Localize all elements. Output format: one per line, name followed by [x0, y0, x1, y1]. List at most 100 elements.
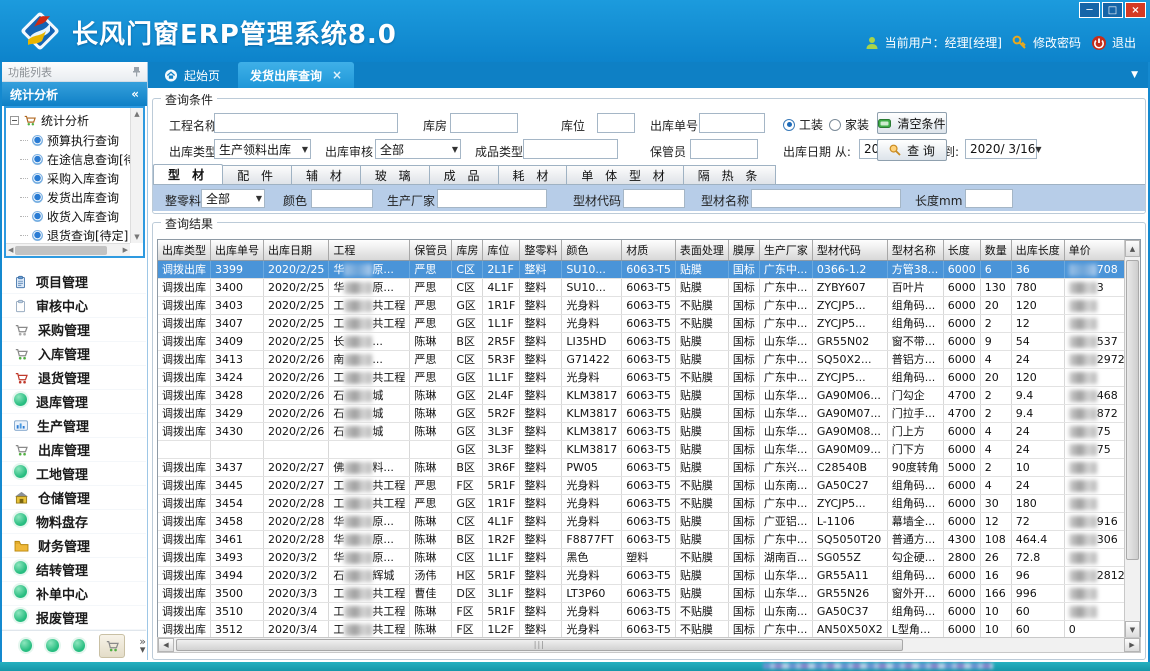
- sidebar-module-补单中心[interactable]: 补单中心: [2, 582, 146, 606]
- sidebar-module-审核中心[interactable]: 审核中心: [2, 294, 146, 318]
- sidebar-module-报废管理[interactable]: 报废管理: [2, 606, 146, 630]
- search-button[interactable]: 查 询: [877, 139, 947, 161]
- column-header[interactable]: 数量: [980, 240, 1011, 260]
- warehouse-input[interactable]: [450, 113, 518, 133]
- column-header[interactable]: 保管员: [410, 240, 452, 260]
- scroll-down-icon[interactable]: ▼: [1125, 621, 1140, 638]
- scroll-left-icon[interactable]: ◀: [158, 638, 174, 652]
- project-name-input[interactable]: [214, 113, 398, 133]
- table-row[interactable]: 调拨出库34292020/2/26石城陈琳G区5R2F整料KLM38176063…: [158, 404, 1141, 422]
- tab-shipping-outbound-query[interactable]: 发货出库查询 ×: [238, 62, 354, 88]
- tab-home[interactable]: 起始页: [152, 62, 232, 88]
- subtab-配件[interactable]: 配 件: [222, 165, 292, 184]
- tree-item[interactable]: 发货出库查询: [20, 188, 143, 207]
- subtab-隔热条[interactable]: 隔 热 条: [683, 165, 777, 184]
- column-header[interactable]: 生产厂家: [759, 240, 812, 260]
- sidebar-module-物料盘存[interactable]: 物料盘存: [2, 510, 146, 534]
- table-row[interactable]: 调拨出库34932020/3/2华原...陈琳C区1L1F整料黑色塑料不贴膜国标…: [158, 548, 1141, 566]
- profile-code-input[interactable]: [623, 189, 685, 208]
- order-no-input[interactable]: [699, 113, 765, 133]
- tree-vertical-scrollbar[interactable]: ▲▼: [130, 108, 143, 243]
- table-row[interactable]: 调拨出库35122020/3/4工共工程陈琳F区1L2F整料光身料6063-T5…: [158, 620, 1141, 638]
- column-header[interactable]: 工程: [329, 240, 410, 260]
- table-row[interactable]: 调拨出库34242020/2/26工共工程严思G区1L1F整料光身料6063-T…: [158, 368, 1141, 386]
- scroll-up-icon[interactable]: ▲: [1125, 240, 1140, 257]
- change-password-button[interactable]: 修改密码: [1012, 34, 1081, 51]
- column-header[interactable]: 出库日期: [264, 240, 329, 260]
- product-type-input[interactable]: [523, 139, 618, 159]
- whole-piece-select[interactable]: 全部▼: [201, 189, 265, 208]
- sidebar-module-仓储管理[interactable]: 仓储管理: [2, 486, 146, 510]
- tree-item[interactable]: 收货入库查询: [20, 207, 143, 226]
- clear-conditions-button[interactable]: 清空条件: [877, 112, 947, 134]
- column-header[interactable]: 出库类型: [158, 240, 211, 260]
- outbound-type-select[interactable]: 生产领料出库▼: [214, 139, 311, 159]
- table-row[interactable]: 调拨出库33992020/2/25华原...严思C区2L1F整料SU10...6…: [158, 260, 1141, 278]
- vertical-scroll-thumb[interactable]: [1126, 260, 1139, 560]
- column-header[interactable]: 材质: [622, 240, 676, 260]
- tree-horizontal-scrollbar[interactable]: ◀▶: [6, 243, 130, 256]
- logout-button[interactable]: 退出: [1091, 34, 1136, 51]
- table-row[interactable]: 调拨出库34452020/2/27工共工程严思F区5R1F整料光身料6063-T…: [158, 476, 1141, 494]
- cart-shortcut-button[interactable]: [99, 634, 126, 658]
- subtab-辅材[interactable]: 辅 材: [291, 165, 361, 184]
- column-header[interactable]: 整零料: [520, 240, 562, 260]
- minimize-button[interactable]: ─: [1079, 2, 1100, 18]
- collapse-icon[interactable]: «: [131, 87, 139, 101]
- table-row[interactable]: 调拨出库34002020/2/25华原...严思C区4L1F整料SU10...6…: [158, 278, 1141, 296]
- sidebar-section-statistics[interactable]: 统计分析 «: [2, 82, 147, 106]
- radio-industrial[interactable]: 工装: [783, 116, 823, 133]
- table-row[interactable]: 调拨出库34092020/2/25长...陈琳B区2R5F整料LI35HD606…: [158, 332, 1141, 350]
- column-header[interactable]: 颜色: [562, 240, 622, 260]
- sidebar-module-财务管理[interactable]: 财务管理: [2, 534, 146, 558]
- length-input[interactable]: [965, 189, 1013, 208]
- subtab-玻璃[interactable]: 玻 璃: [360, 165, 430, 184]
- table-row[interactable]: 调拨出库35002020/3/3工共工程曹佳D区3L1F整料LT3P606063…: [158, 584, 1141, 602]
- sidebar-module-生产管理[interactable]: 生产管理: [2, 414, 146, 438]
- close-button[interactable]: ×: [1125, 2, 1146, 18]
- audit-select[interactable]: 全部▼: [375, 139, 461, 159]
- module-dot-icon[interactable]: [73, 639, 85, 652]
- sidebar-module-工地管理[interactable]: 工地管理: [2, 462, 146, 486]
- subtab-成品[interactable]: 成 品: [429, 165, 499, 184]
- horizontal-scroll-thumb[interactable]: [176, 639, 903, 651]
- tree-root-statistics[interactable]: 统计分析: [6, 108, 143, 131]
- table-vertical-scrollbar[interactable]: ▲ ▼: [1124, 240, 1140, 638]
- sidebar-module-采购管理[interactable]: 采购管理: [2, 318, 146, 342]
- column-header[interactable]: 长度: [943, 240, 980, 260]
- tree-item[interactable]: 预算执行查询: [20, 131, 143, 150]
- table-row[interactable]: 调拨出库34942020/3/2石辉城汤伟H区5R1F整料光身料6063-T5贴…: [158, 566, 1141, 584]
- subtab-型材[interactable]: 型 材: [153, 164, 223, 184]
- tab-overflow-icon[interactable]: ▼: [1131, 70, 1138, 80]
- location-input[interactable]: [597, 113, 635, 133]
- sidebar-module-入库管理[interactable]: 入库管理: [2, 342, 146, 366]
- keeper-input[interactable]: [690, 139, 758, 159]
- column-header[interactable]: 表面处理: [675, 240, 728, 260]
- profile-name-input[interactable]: [751, 189, 901, 208]
- table-row[interactable]: 调拨出库34132020/2/26南...严思C区5R3F整料G71422606…: [158, 350, 1141, 368]
- table-row[interactable]: 调拨出库34372020/2/27佛料...陈琳B区3R6F整料PW056063…: [158, 458, 1141, 476]
- table-horizontal-scrollbar[interactable]: ◀ ▶: [157, 637, 1141, 653]
- column-header[interactable]: 出库长度: [1011, 240, 1064, 260]
- column-header[interactable]: 型材代码: [812, 240, 887, 260]
- column-header[interactable]: 出库单号: [211, 240, 264, 260]
- tree-collapse-icon[interactable]: [10, 116, 19, 125]
- module-dot-icon[interactable]: [20, 639, 32, 652]
- table-row[interactable]: 调拨出库34282020/2/26石城陈琳G区2L4F整料KLM38176063…: [158, 386, 1141, 404]
- color-input[interactable]: [311, 189, 373, 208]
- date-to-select[interactable]: 2020/ 3/16▼: [965, 139, 1037, 159]
- sidebar-module-项目管理[interactable]: 项目管理: [2, 270, 146, 294]
- sidebar-module-退库管理[interactable]: 退库管理: [2, 390, 146, 414]
- module-dot-icon[interactable]: [46, 639, 58, 652]
- more-modules-button[interactable]: »▾: [139, 638, 146, 654]
- table-row[interactable]: 调拨出库34542020/2/28工共工程严思G区1R1F整料光身料6063-T…: [158, 494, 1141, 512]
- scroll-right-icon[interactable]: ▶: [1124, 638, 1140, 652]
- column-header[interactable]: 库房: [452, 240, 483, 260]
- column-header[interactable]: 单价: [1064, 240, 1129, 260]
- pin-icon[interactable]: [132, 66, 141, 77]
- sidebar-module-出库管理[interactable]: 出库管理: [2, 438, 146, 462]
- sidebar-module-退货管理[interactable]: 退货管理: [2, 366, 146, 390]
- table-row[interactable]: G区3L3F整料KLM38176063-T5贴膜国标山东华...GA90M09.…: [158, 440, 1141, 458]
- sidebar-module-结转管理[interactable]: 结转管理: [2, 558, 146, 582]
- table-row[interactable]: 调拨出库34582020/2/28华原...陈琳C区4L1F整料光身料6063-…: [158, 512, 1141, 530]
